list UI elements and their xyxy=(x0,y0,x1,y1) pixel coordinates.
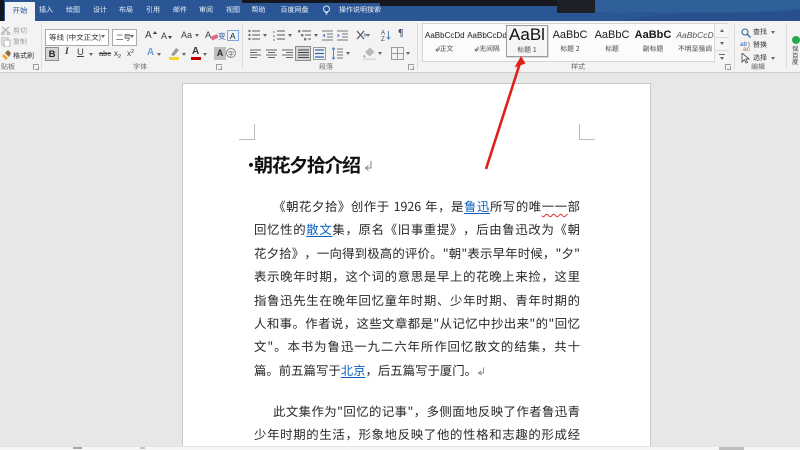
svg-text:A: A xyxy=(381,31,385,37)
svg-text:Z: Z xyxy=(381,37,385,41)
svg-text:ac: ac xyxy=(743,46,751,51)
